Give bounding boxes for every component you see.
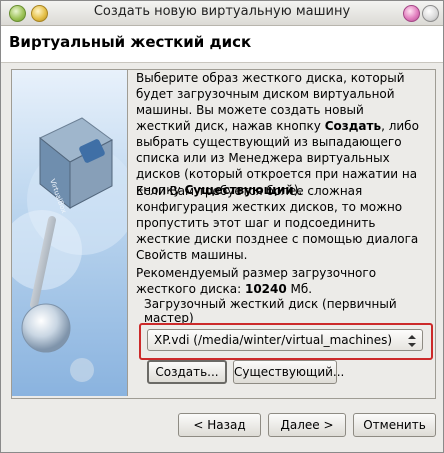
next-button[interactable]: Далее >	[268, 413, 346, 437]
boot-disk-selected: XP.vdi (/media/winter/virtual_machines)	[154, 333, 393, 347]
wizard-window: Создать новую виртуальную машину Виртуал…	[0, 0, 444, 453]
create-disk-button[interactable]: Создать...	[147, 360, 227, 384]
intro-paragraph: Выберите образ жесткого диска, который б…	[136, 70, 421, 198]
close-icon[interactable]	[422, 5, 439, 22]
virtualbox-cube-icon: VirtualBox	[12, 70, 128, 396]
title-bar[interactable]: Создать новую виртуальную машину	[1, 1, 443, 26]
window-title: Создать новую виртуальную машину	[93, 4, 351, 19]
recommended-text-2: Мб.	[286, 282, 313, 296]
page-title: Виртуальный жесткий диск	[9, 33, 252, 51]
back-button[interactable]: < Назад	[178, 413, 261, 437]
cancel-button[interactable]: Отменить	[353, 413, 436, 437]
boot-disk-group-label: Загрузочный жесткий диск (первичный маст…	[144, 297, 397, 325]
page-header: Виртуальный жесткий диск	[1, 26, 443, 63]
advanced-paragraph: Если Вам требуется более сложная конфигу…	[136, 184, 419, 262]
recommended-size-paragraph: Рекомендуемый размер загрузочного жестко…	[136, 265, 421, 297]
recommended-size-value: 10240	[244, 282, 287, 296]
pink-ball-icon[interactable]	[403, 5, 420, 22]
existing-disk-button[interactable]: Существующий...	[233, 360, 344, 384]
boot-disk-combo[interactable]: XP.vdi (/media/winter/virtual_machines)	[147, 329, 423, 351]
intro-create-bold: Создать	[324, 119, 382, 133]
updown-arrow-icon	[408, 335, 416, 347]
art-svg: VirtualBox	[12, 117, 127, 382]
